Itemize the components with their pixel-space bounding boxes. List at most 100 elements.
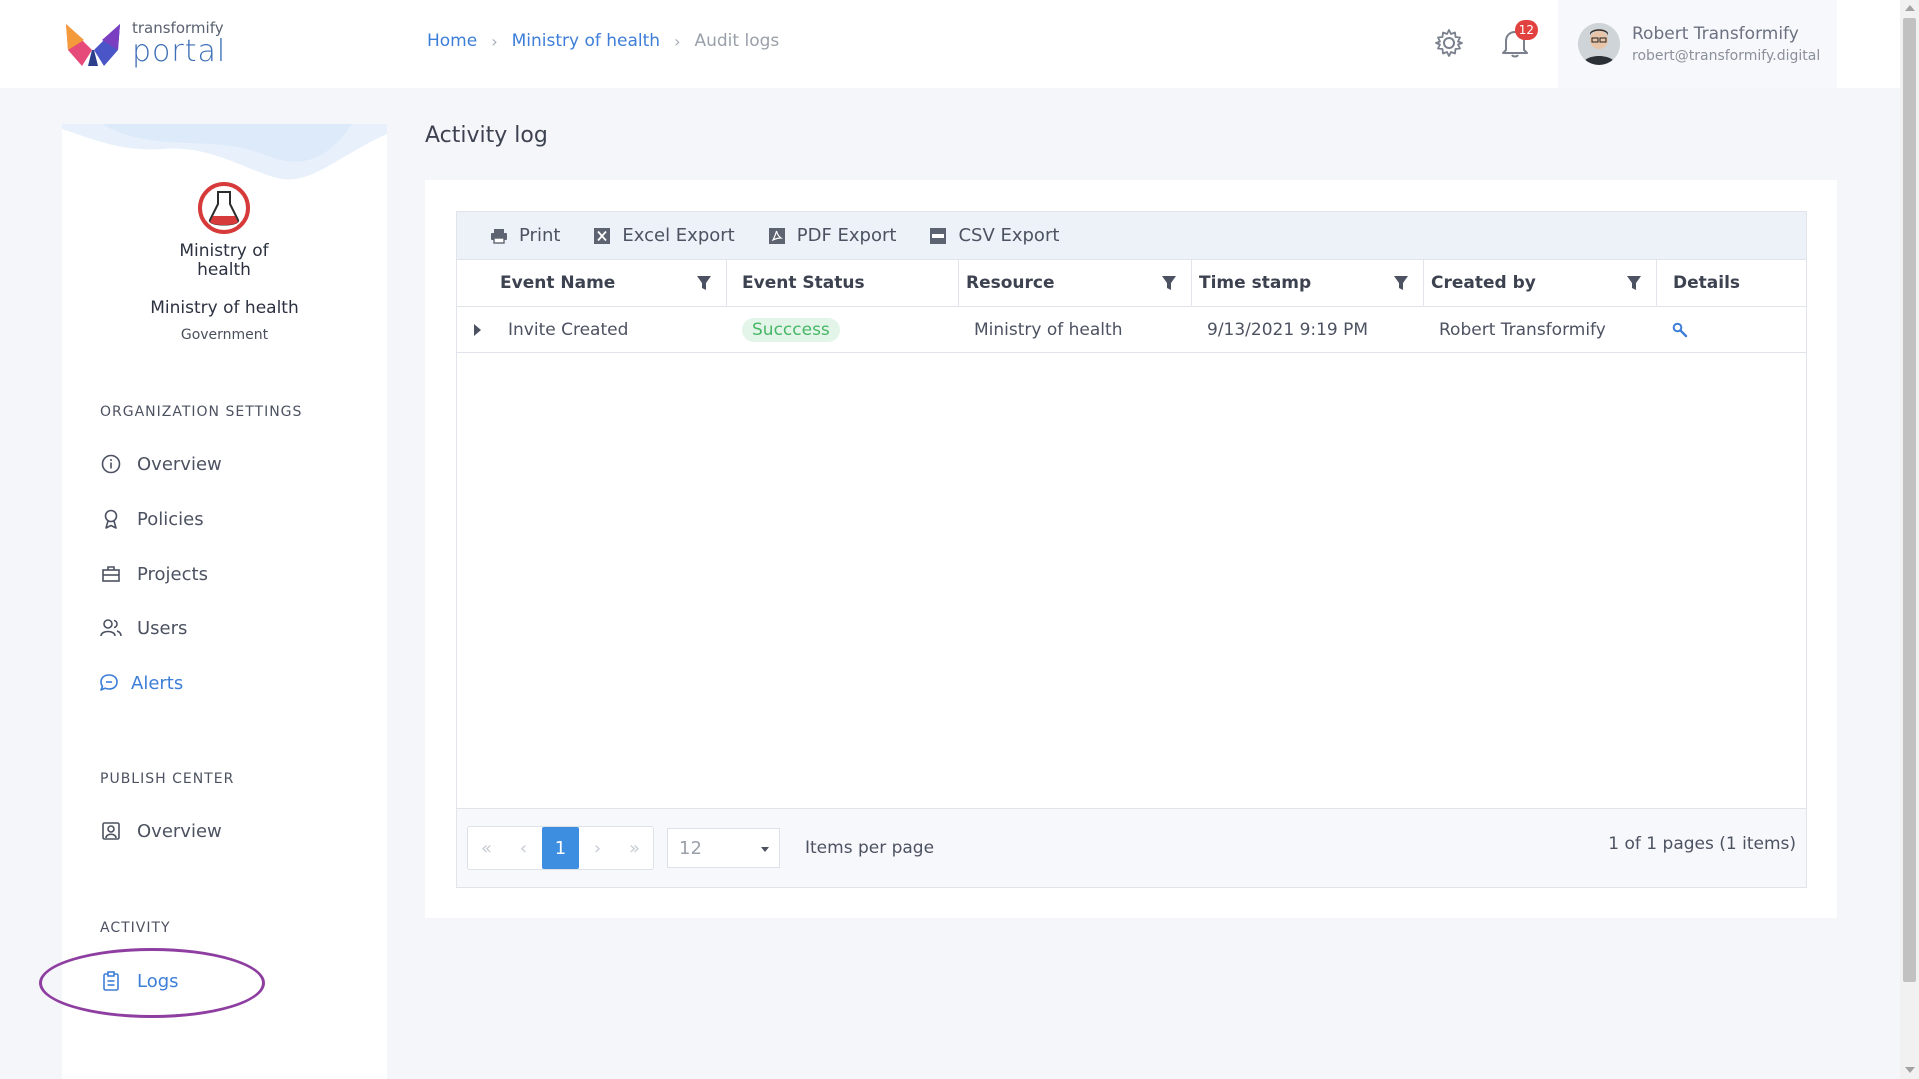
cell-resource: Ministry of health [974,319,1123,340]
table-row[interactable]: Invite Created Succcess Ministry of heal… [457,307,1806,353]
pager-info: 1 of 1 pages (1 items) [1608,834,1796,854]
chevron-down-icon [761,847,769,852]
page-size-select[interactable]: 12 [667,828,780,868]
sidebar-item-label: Overview [137,820,222,842]
csv-file-icon [929,227,947,245]
cell-event-name: Invite Created [508,319,629,340]
section-title-activity: ACTIVITY [100,920,171,936]
column-header-label: Event Name [500,273,616,293]
sidebar-item-projects[interactable]: Projects [100,563,208,585]
page-scrollbar[interactable] [1900,0,1919,1079]
next-page-icon[interactable]: › [579,827,616,869]
sidebar-item-label: Users [137,617,188,639]
last-page-icon[interactable]: » [616,827,653,869]
sidebar-item-logs[interactable]: Logs [100,970,179,992]
logo-text-line1: Ministry of [179,241,269,261]
column-header-label: Event Status [742,273,865,293]
notifications-bell-icon[interactable]: 12 [1498,20,1538,60]
column-header-details: Details [1657,260,1806,306]
user-email: robert@transformify.digital [1632,48,1821,64]
policy-icon [100,508,122,530]
page-number-button[interactable]: 1 [542,827,579,869]
sidebar-item-label: Alerts [131,672,184,694]
page-title: Activity log [425,123,548,148]
breadcrumb: Home › Ministry of health › Audit logs [427,31,779,51]
avatar [1578,23,1620,65]
column-header-time-stamp[interactable]: Time stamp [1192,260,1424,306]
sidebar-item-label: Logs [137,970,179,992]
sidebar-item-publish-overview[interactable]: Overview [100,820,222,842]
filter-icon[interactable] [1626,274,1642,292]
user-name: Robert Transformify [1632,24,1799,44]
items-per-page-label: Items per page [805,838,935,858]
pdf-file-icon [768,227,786,245]
sidebar-item-alerts[interactable]: Alerts [98,672,183,694]
decorative-wave-icon [62,124,387,180]
column-header-label: Created by [1431,273,1536,293]
column-header-event-name[interactable]: Event Name [457,260,727,306]
breadcrumb-separator-icon: › [491,31,498,51]
ministry-logo-icon: Ministry of health [179,182,270,276]
user-menu[interactable]: Robert Transformify robert@transformify.… [1558,0,1837,88]
sidebar-item-users[interactable]: Users [100,617,187,639]
grid-header-row: Event Name Event Status Resource Time st… [457,260,1806,307]
profile-card-icon [100,820,122,842]
column-header-label: Details [1673,273,1741,293]
excel-file-icon [593,227,611,245]
pdf-export-button[interactable]: PDF Export [768,225,897,246]
logo-text-line2: health [197,260,251,276]
column-header-created-by[interactable]: Created by [1424,260,1657,306]
print-button[interactable]: Print [490,225,560,246]
filter-icon[interactable] [696,274,712,292]
excel-export-button[interactable]: Excel Export [593,225,735,246]
excel-export-label: Excel Export [622,225,735,246]
settings-gear-icon[interactable] [1432,26,1466,60]
section-title-org-settings: ORGANIZATION SETTINGS [100,404,303,420]
section-title-publish-center: PUBLISH CENTER [100,771,235,787]
top-bar: transformify portal Home › Ministry of h… [0,0,1900,88]
filter-icon[interactable] [1161,274,1177,292]
csv-export-label: CSV Export [958,225,1060,246]
grid-pager: « ‹ 1 › » 12 Items per page 1 of 1 pages… [457,808,1806,887]
print-label: Print [519,225,561,246]
clipboard-icon [100,970,122,992]
users-icon [100,617,122,639]
pdf-export-label: PDF Export [796,225,897,246]
organization-type: Government [180,327,269,343]
notification-count-badge: 12 [1514,20,1538,40]
expand-row-icon[interactable] [474,323,481,336]
breadcrumb-organization[interactable]: Ministry of health [512,31,660,51]
breadcrumb-separator-icon: › [674,31,681,51]
activity-log-card: Print Excel Export PDF Export CSV Export [425,180,1837,918]
sidebar: Ministry of health Ministry of health Go… [62,124,387,1079]
filter-icon[interactable] [1393,274,1409,292]
chat-icon [98,672,120,694]
status-badge: Succcess [742,317,840,342]
info-icon [100,453,122,475]
sidebar-item-policies[interactable]: Policies [100,508,204,530]
sidebar-item-label: Policies [137,508,204,530]
cell-created-by: Robert Transformify [1439,319,1606,340]
column-header-event-status[interactable]: Event Status [727,260,959,306]
sidebar-item-label: Overview [137,453,222,475]
details-search-icon[interactable] [1672,322,1688,338]
pagination-controls: « ‹ 1 › » [467,826,654,870]
scroll-down-icon[interactable] [1905,1067,1915,1073]
portal-logo[interactable]: transformify portal [62,20,226,68]
page-size-value: 12 [679,837,702,859]
butterfly-logo-icon [66,24,120,66]
cell-timestamp: 9/13/2021 9:19 PM [1207,319,1369,340]
sidebar-item-overview[interactable]: Overview [100,453,222,475]
column-header-label: Resource [966,273,1055,293]
column-header-resource[interactable]: Resource [959,260,1192,306]
printer-icon [490,227,508,245]
first-page-icon[interactable]: « [468,827,505,869]
grid-toolbar: Print Excel Export PDF Export CSV Export [457,212,1806,260]
csv-export-button[interactable]: CSV Export [929,225,1059,246]
previous-page-icon[interactable]: ‹ [505,827,542,869]
scrollbar-thumb[interactable] [1903,18,1916,982]
organization-name: Ministry of health [150,298,299,318]
logo-big-text: portal [132,34,227,69]
scroll-up-icon[interactable] [1905,5,1915,11]
breadcrumb-home[interactable]: Home [427,31,477,51]
